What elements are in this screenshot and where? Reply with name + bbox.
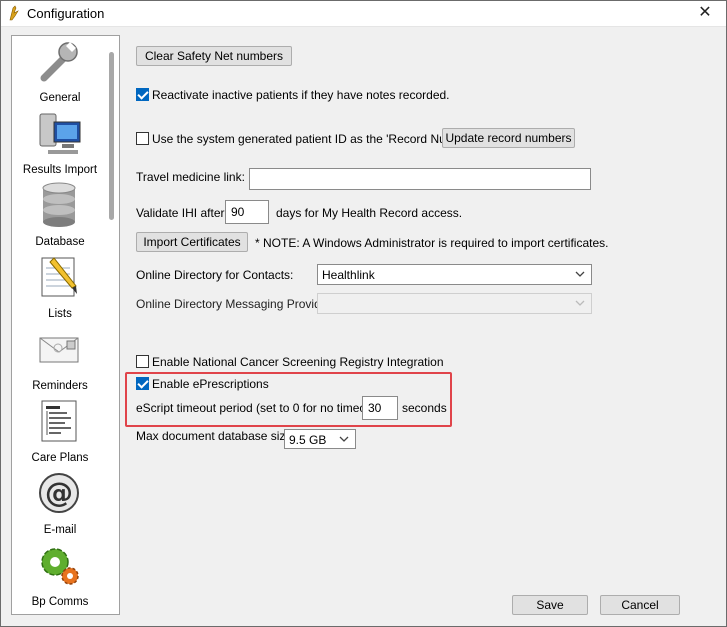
sidebar-item-label: Results Import <box>22 164 98 176</box>
notepad-icon <box>41 257 77 297</box>
import-certificates-note: * NOTE: A Windows Administrator is requi… <box>255 236 609 250</box>
sidebar-item-bp-comms[interactable]: Bp Comms <box>12 542 108 614</box>
sidebar-item-label: E-mail <box>43 524 77 536</box>
max-db-size-value: 9.5 GB <box>289 433 327 447</box>
sidebar-scrollbar[interactable] <box>109 52 114 220</box>
validate-ihi-suffix: days for My Health Record access. <box>276 206 463 220</box>
ncsr-checkbox[interactable] <box>136 355 149 368</box>
sidebar-item-results-import[interactable]: Results Import <box>12 110 108 182</box>
system-id-checkbox[interactable] <box>136 132 149 145</box>
validate-ihi-input[interactable]: 90 <box>225 200 269 224</box>
chevron-down-icon <box>575 271 585 277</box>
close-icon[interactable]: ✕ <box>683 0 727 26</box>
travel-medicine-label: Travel medicine link: <box>136 170 245 184</box>
validate-ihi-label: Validate IHI after <box>136 206 225 220</box>
reactivate-inactive-checkbox[interactable] <box>136 88 149 101</box>
chevron-down-icon <box>339 436 349 442</box>
messaging-provider-label: Online Directory Messaging Provider: <box>136 297 335 311</box>
save-button[interactable]: Save <box>512 595 588 615</box>
document-icon <box>41 400 77 442</box>
messaging-provider-select[interactable] <box>317 293 592 314</box>
update-record-numbers-button[interactable]: Update record numbers <box>442 128 575 148</box>
at-sign-icon: @ <box>39 473 79 513</box>
sidebar-item-label: Lists <box>48 308 72 320</box>
envelope-icon <box>39 337 79 363</box>
sidebar-item-reminders[interactable]: Reminders <box>12 326 108 398</box>
max-db-size-label: Max document database size: <box>136 429 296 443</box>
sidebar-item-label: Reminders <box>32 380 88 392</box>
online-directory-label: Online Directory for Contacts: <box>136 268 294 282</box>
svg-text:@: @ <box>45 476 73 509</box>
app-icon <box>9 5 19 21</box>
computer-icon <box>39 113 81 154</box>
sidebar-item-label: General <box>39 92 81 104</box>
gears-icon <box>41 548 79 585</box>
title-bar: Configuration ✕ <box>0 0 727 27</box>
sidebar-item-email[interactable]: @ E-mail <box>12 470 108 542</box>
travel-medicine-input[interactable] <box>249 168 591 190</box>
sidebar-item-label: Bp Comms <box>31 596 89 608</box>
reactivate-inactive-label: Reactivate inactive patients if they hav… <box>152 88 450 102</box>
sidebar-item-lists[interactable]: Lists <box>12 254 108 326</box>
wrench-icon <box>40 42 78 82</box>
max-db-size-select[interactable]: 9.5 GB <box>284 429 356 449</box>
highlight-box <box>125 372 452 427</box>
online-directory-value: Healthlink <box>322 268 375 282</box>
sidebar-item-label: Database <box>35 236 85 248</box>
import-certificates-button[interactable]: Import Certificates <box>136 232 248 252</box>
cancel-button[interactable]: Cancel <box>600 595 680 615</box>
sidebar-item-database[interactable]: Database <box>12 182 108 254</box>
database-icon <box>42 182 76 227</box>
ncsr-label: Enable National Cancer Screening Registr… <box>152 355 444 369</box>
sidebar: General Results Import Database Lists Re… <box>11 35 120 615</box>
sidebar-item-care-plans[interactable]: Care Plans <box>12 398 108 470</box>
sidebar-item-general[interactable]: General <box>12 38 108 110</box>
chevron-down-icon <box>575 300 585 306</box>
clear-safety-net-button[interactable]: Clear Safety Net numbers <box>136 46 292 66</box>
online-directory-select[interactable]: Healthlink <box>317 264 592 285</box>
window-title: Configuration <box>27 6 105 21</box>
system-id-label: Use the system generated patient ID as t… <box>152 132 476 146</box>
sidebar-item-label: Care Plans <box>31 452 89 464</box>
